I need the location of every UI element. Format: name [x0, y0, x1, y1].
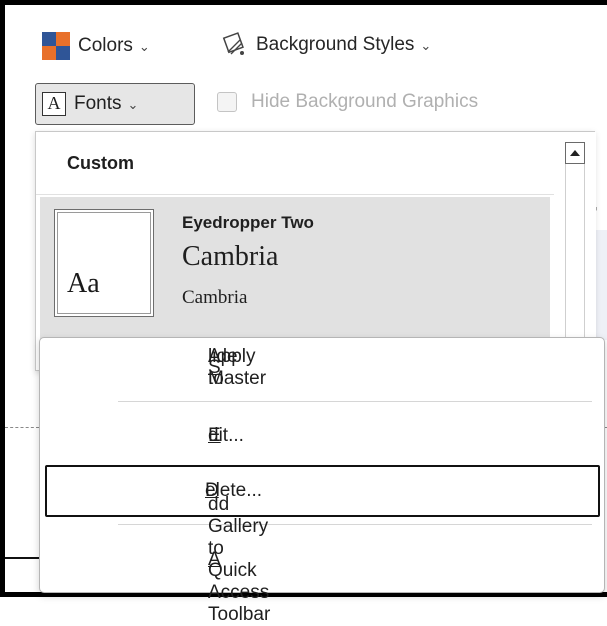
font-theme-name: Eyedropper Two [182, 213, 314, 232]
slide-edge [5, 557, 39, 559]
menu-item-delete[interactable]: Delete... [45, 465, 600, 517]
fonts-label: Fonts [74, 93, 122, 114]
slide-guide [5, 427, 39, 428]
checkbox-box[interactable] [217, 92, 237, 112]
gallery-scrollbar[interactable] [554, 132, 596, 372]
hide-background-graphics-checkbox[interactable]: Hide Background Graphics [217, 91, 478, 113]
paint-bucket-icon [222, 32, 244, 55]
slide-area [595, 230, 607, 340]
color-palette-icon [42, 32, 70, 60]
section-header: Custom [67, 153, 134, 173]
fonts-button[interactable]: A Fonts ⌄ [35, 83, 195, 125]
hide-background-graphics-label: Hide Background Graphics [251, 91, 479, 112]
heading-font-name: Cambria [182, 241, 279, 272]
colors-label: Colors [78, 35, 133, 56]
menu-item-label: dd Gallery to Quick Access Toolbar [208, 494, 271, 625]
colors-button[interactable]: Colors ⌄ [42, 32, 150, 60]
menu-item-add-gallery-to-qat[interactable]: Add Gallery to Quick Access Toolbar [40, 494, 604, 625]
chevron-down-icon: ⌄ [127, 97, 139, 112]
menu-separator [118, 524, 592, 525]
menu-item-label: dit... [208, 425, 244, 446]
gallery-list: Custom Aa Eyedropper Two Cambria Cambria [36, 132, 554, 370]
divider [36, 194, 554, 195]
background-styles-button[interactable]: Background Styles ⌄ [222, 32, 431, 58]
scroll-up-button[interactable] [565, 142, 585, 164]
fonts-gallery: Custom Aa Eyedropper Two Cambria Cambria [35, 131, 596, 372]
arrow-up-icon [570, 150, 580, 156]
menu-item-edit[interactable]: Edit... [40, 410, 604, 462]
chevron-down-icon: ⌄ [420, 38, 432, 53]
menu-item-apply-to-slide-master[interactable]: Apply to Slide Master [40, 342, 604, 394]
font-preview-thumbnail: Aa [54, 209, 154, 317]
body-font-name: Cambria [182, 287, 248, 308]
font-preview-text: Aa [67, 268, 100, 299]
menu-item-label: lide Master [208, 346, 267, 389]
context-menu: Apply to Slide Master Edit... Delete... … [39, 337, 605, 625]
background-styles-label: Background Styles [256, 34, 415, 55]
fonts-icon: A [42, 92, 66, 116]
chevron-down-icon: ⌄ [138, 39, 150, 54]
menu-separator [118, 401, 592, 402]
